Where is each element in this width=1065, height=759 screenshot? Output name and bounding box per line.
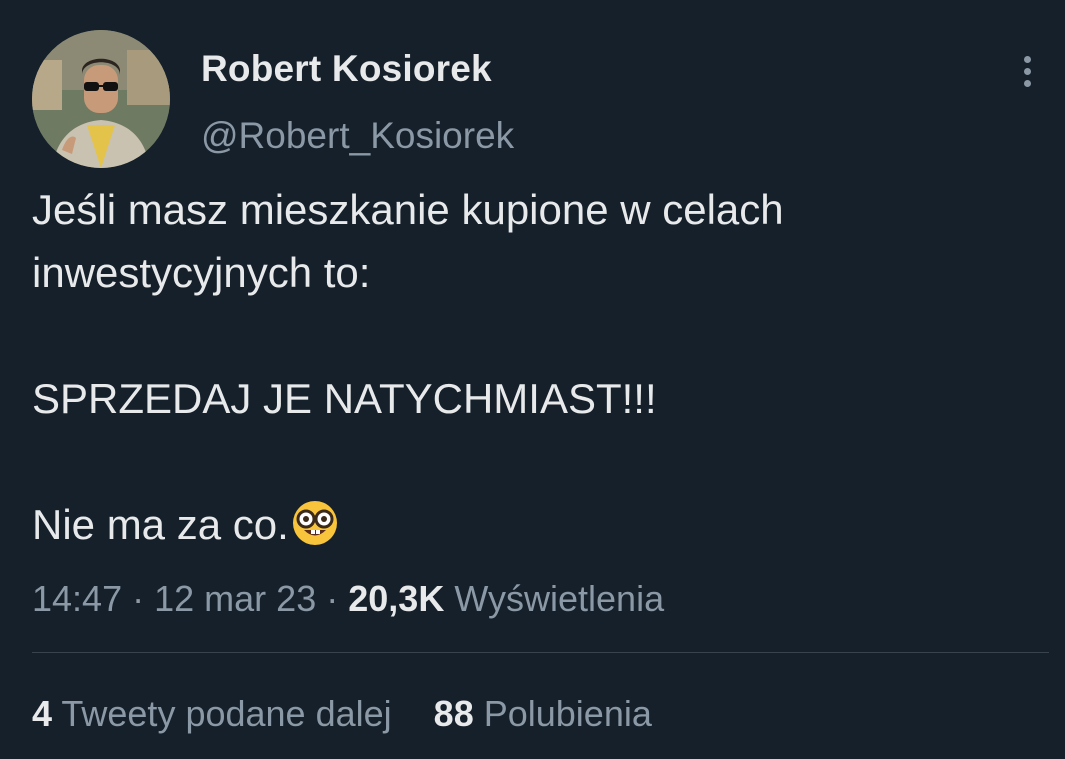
tweet-time[interactable]: 14:47: [32, 578, 122, 619]
views-count[interactable]: 20,3K: [348, 578, 444, 619]
retweets-count: 4: [32, 693, 53, 734]
nerd-face-emoji-icon: [291, 499, 339, 558]
tweet-meta: 14:47 · 12 mar 23 · 20,3K Wyświetlenia: [32, 575, 664, 623]
likes-label: Polubienia: [483, 693, 652, 734]
views-label[interactable]: Wyświetlenia: [454, 578, 664, 619]
more-options-button[interactable]: [1012, 52, 1046, 92]
author-handle[interactable]: @Robert_Kosiorek: [201, 115, 514, 157]
tweet-text-line: SPRZEDAJ JE NATYCHMIAST!!!: [32, 375, 657, 422]
meta-separator: ·: [326, 578, 339, 619]
meta-separator: ·: [132, 578, 145, 619]
divider: [32, 652, 1049, 653]
profile-photo-icon: [32, 30, 170, 168]
tweet-date[interactable]: 12 mar 23: [154, 578, 316, 619]
avatar[interactable]: [32, 30, 170, 168]
tweet-text-line: inwestycyjnych to:: [32, 249, 371, 296]
tweet-text-line: Nie ma za co.: [32, 501, 289, 548]
retweets-stat[interactable]: 4 Tweety podane dalej: [32, 693, 392, 734]
author-display-name[interactable]: Robert Kosiorek: [201, 48, 492, 90]
likes-stat[interactable]: 88 Polubienia: [434, 693, 652, 734]
tweet-text-line: Jeśli masz mieszkanie kupione w celach: [32, 186, 784, 233]
more-vertical-icon-dot: [1024, 80, 1031, 87]
more-vertical-icon: [1024, 56, 1031, 63]
more-vertical-icon-dot: [1024, 68, 1031, 75]
retweets-label: Tweety podane dalej: [61, 693, 392, 734]
likes-count: 88: [433, 693, 474, 734]
tweet-stats: 4 Tweety podane dalej 88 Polubienia: [32, 690, 652, 738]
tweet-text-last-line: Nie ma za co.: [32, 499, 1032, 558]
tweet-detail: Robert Kosiorek @Robert_Kosiorek Jeśli m…: [0, 0, 1065, 759]
